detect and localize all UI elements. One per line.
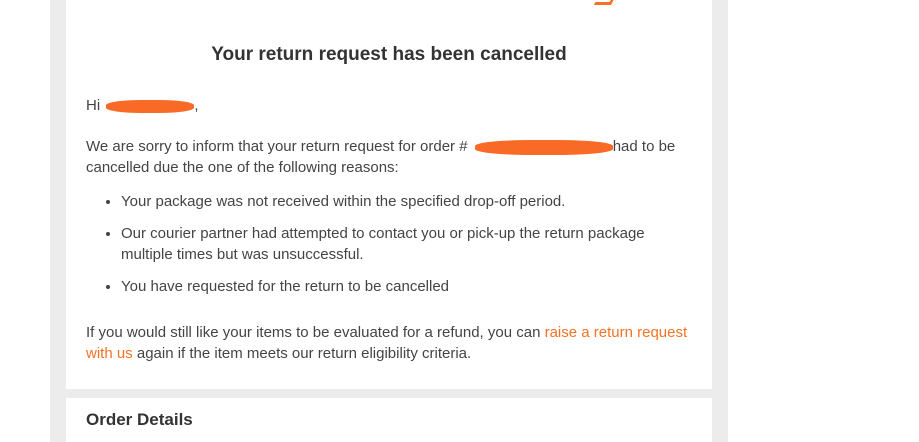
redacted-order-number: [474, 139, 613, 155]
closing-text-before: If you would still like your items to be…: [86, 324, 545, 341]
email-headline: Your return request has been cancelled: [211, 44, 567, 65]
list-item: Our courier partner had attempted to con…: [121, 223, 686, 265]
list-item: You have requested for the return to be …: [121, 276, 686, 297]
order-details-card: Order Details: [66, 398, 712, 442]
email-body: Your return request has been cancelled H…: [50, 0, 728, 442]
greeting-prefix: Hi: [86, 97, 105, 114]
order-details-title: Order Details: [86, 410, 193, 429]
intro-text-before: We are sorry to inform that your return …: [86, 138, 472, 155]
right-gutter: [728, 0, 919, 442]
greeting: Hi ,: [86, 95, 690, 116]
cancellation-card: Your return request has been cancelled H…: [66, 0, 712, 389]
redacted-customer-name: [106, 99, 195, 113]
greeting-suffix: ,: [194, 97, 199, 114]
reasons-list: Your package was not received within the…: [86, 191, 686, 308]
left-gutter: [0, 0, 50, 442]
intro-paragraph: We are sorry to inform that your return …: [86, 136, 690, 178]
closing-text-after: again if the item meets our return eligi…: [132, 345, 472, 362]
list-item: Your package was not received within the…: [121, 191, 686, 212]
brand-mark-icon: [593, 0, 618, 5]
closing-paragraph: If you would still like your items to be…: [86, 322, 690, 364]
